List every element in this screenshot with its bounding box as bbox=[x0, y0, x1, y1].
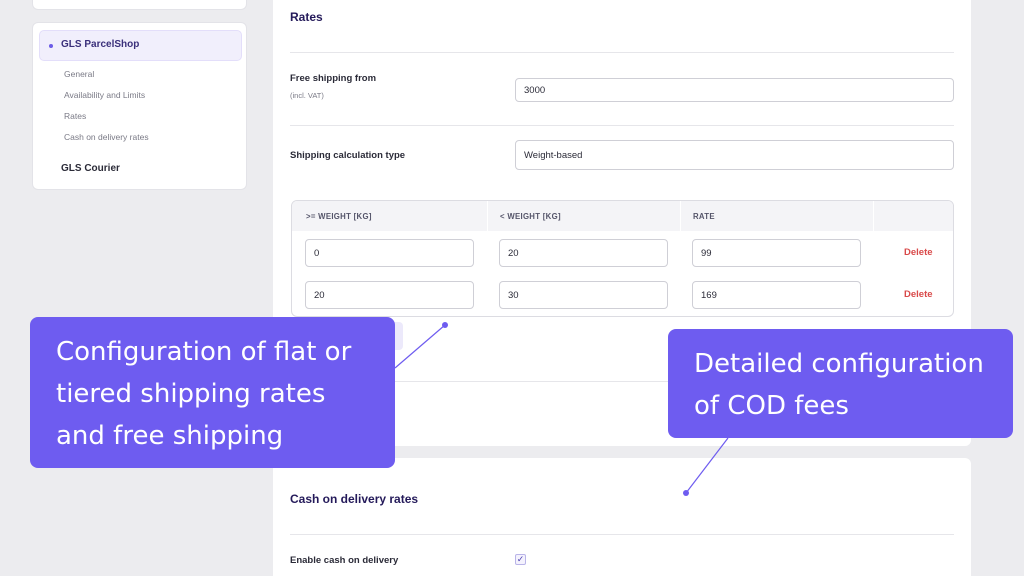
cod-title: Cash on delivery rates bbox=[290, 492, 419, 506]
column-header-min-weight: >= WEIGHT [KG] bbox=[306, 211, 372, 221]
active-dot-icon bbox=[49, 44, 53, 48]
row-1-min-weight-input[interactable]: 0 bbox=[305, 239, 474, 267]
calc-type-label: Shipping calculation type bbox=[290, 150, 406, 161]
cod-card: Cash on delivery rates Enable cash on de… bbox=[273, 458, 971, 576]
callout-shipping-rates: Configuration of flat or tiered shipping… bbox=[30, 317, 395, 468]
sidebar-card-top bbox=[32, 0, 247, 10]
row-2-max-weight-input[interactable]: 30 bbox=[499, 281, 668, 309]
column-separator bbox=[487, 201, 488, 231]
row-2-delete-link[interactable]: Delete bbox=[904, 289, 933, 300]
sidebar-subitem-general[interactable]: General bbox=[64, 69, 94, 79]
sidebar-subitem-availability[interactable]: Availability and Limits bbox=[64, 90, 145, 100]
calc-type-select[interactable]: Weight-based bbox=[515, 140, 954, 170]
divider bbox=[290, 534, 954, 535]
column-header-max-weight: < WEIGHT [KG] bbox=[500, 211, 561, 221]
divider bbox=[290, 52, 954, 53]
free-shipping-hint: (incl. VAT) bbox=[290, 91, 324, 100]
sidebar: GLS ParcelShop General Availability and … bbox=[32, 22, 247, 190]
table-header bbox=[292, 201, 953, 231]
enable-cod-checkbox[interactable]: ✓ bbox=[515, 554, 526, 565]
row-2-rate-input[interactable]: 169 bbox=[692, 281, 861, 309]
row-1-rate-input[interactable]: 99 bbox=[692, 239, 861, 267]
sidebar-subitem-rates[interactable]: Rates bbox=[64, 111, 86, 121]
rates-title: Rates bbox=[290, 10, 323, 24]
row-1-delete-link[interactable]: Delete bbox=[904, 247, 933, 258]
free-shipping-label: Free shipping from bbox=[290, 73, 377, 84]
enable-cod-label: Enable cash on delivery bbox=[290, 555, 399, 566]
sidebar-item-label[interactable]: GLS ParcelShop bbox=[61, 39, 139, 50]
column-header-rate: RATE bbox=[693, 211, 715, 221]
sidebar-item-gls-courier[interactable]: GLS Courier bbox=[61, 163, 120, 174]
sidebar-subitem-cod-rates[interactable]: Cash on delivery rates bbox=[64, 132, 149, 142]
column-separator bbox=[873, 201, 874, 231]
row-1-max-weight-input[interactable]: 20 bbox=[499, 239, 668, 267]
free-shipping-input[interactable]: 3000 bbox=[515, 78, 954, 102]
column-separator bbox=[680, 201, 681, 231]
divider bbox=[290, 125, 954, 126]
check-icon: ✓ bbox=[516, 554, 525, 564]
row-2-min-weight-input[interactable]: 20 bbox=[305, 281, 474, 309]
rates-table: >= WEIGHT [KG] < WEIGHT [KG] RATE 0 20 9… bbox=[291, 200, 954, 317]
callout-cod-fees: Detailed configuration of COD fees bbox=[668, 329, 1013, 438]
